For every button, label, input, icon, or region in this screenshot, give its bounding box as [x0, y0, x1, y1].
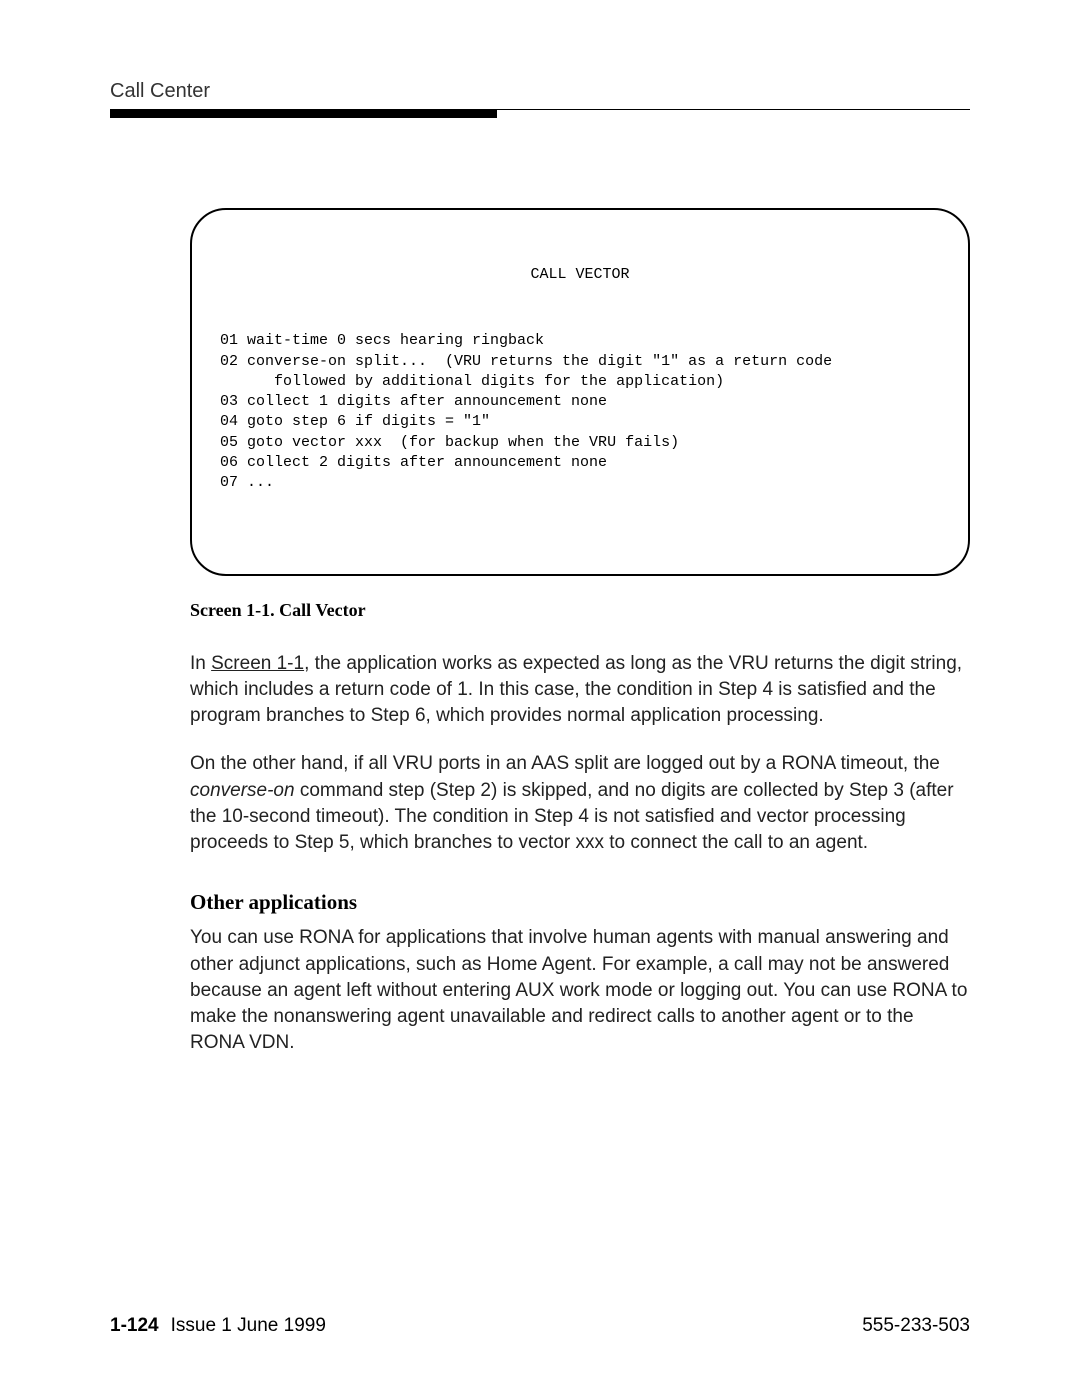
- para2-italic: converse-on: [190, 780, 295, 801]
- paragraph-1: In Screen 1-1, the application works as …: [190, 651, 970, 730]
- paragraph-2: On the other hand, if all VRU ports in a…: [190, 751, 970, 856]
- header-rule-thick: [110, 110, 497, 118]
- para1-prefix: In: [190, 653, 211, 674]
- footer-page-number: 1-124: [110, 1315, 159, 1337]
- call-vector-screen-box: CALL VECTOR 01 wait-time 0 secs hearing …: [190, 208, 970, 576]
- screen-box-lines: 01 wait-time 0 secs hearing ringback 02 …: [220, 331, 940, 493]
- paragraph-3: You can use RONA for applications that i…: [190, 925, 970, 1056]
- footer-issue: Issue 1 June 1999: [171, 1315, 326, 1337]
- header-title: Call Center: [110, 80, 970, 103]
- para2-part2: command step (Step 2) is skipped, and no…: [190, 780, 954, 853]
- page-footer: 1-124 Issue 1 June 1999 555-233-503: [110, 1315, 970, 1337]
- para1-rest: , the application works as expected as l…: [190, 653, 962, 726]
- screen-box-title: CALL VECTOR: [220, 265, 940, 285]
- subheading-other-applications: Other applications: [190, 890, 970, 915]
- footer-left: 1-124 Issue 1 June 1999: [110, 1315, 326, 1337]
- screen-caption: Screen 1-1. Call Vector: [190, 600, 970, 621]
- screen-reference-link: Screen 1-1: [211, 653, 304, 674]
- page: Call Center CALL VECTOR 01 wait-time 0 s…: [0, 0, 1080, 1397]
- footer-docnum: 555-233-503: [862, 1315, 970, 1337]
- content-area: CALL VECTOR 01 wait-time 0 secs hearing …: [190, 208, 970, 1056]
- para2-part1: On the other hand, if all VRU ports in a…: [190, 753, 940, 774]
- page-header: Call Center: [110, 80, 970, 118]
